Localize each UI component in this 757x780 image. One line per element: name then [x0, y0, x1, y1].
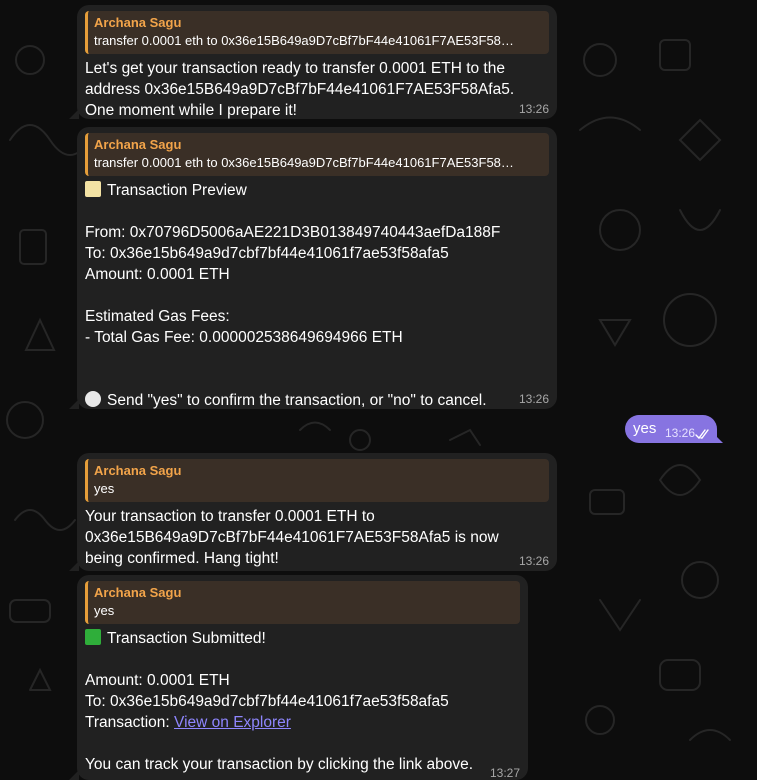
- message-line: [85, 201, 549, 222]
- transaction-line: Transaction: View on Explorer: [85, 712, 520, 733]
- message-text: Transaction Submitted! Amount: 0.0001 ET…: [85, 628, 520, 775]
- reply-text: yes: [94, 481, 115, 496]
- message-line: Estimated Gas Fees:: [85, 308, 230, 325]
- reply-text: transfer 0.0001 eth to 0x36e15B649a9D7cB…: [94, 155, 514, 170]
- incoming-message[interactable]: Archana Sagu transfer 0.0001 eth to 0x36…: [69, 5, 557, 121]
- message-time: 13:26: [518, 102, 549, 116]
- reply-quote[interactable]: Archana Sagu transfer 0.0001 eth to 0x36…: [85, 11, 549, 54]
- message-title: Transaction Preview: [107, 182, 247, 199]
- message-line: Amount: 0.0001 ETH: [85, 672, 230, 689]
- message-line: [85, 285, 549, 306]
- message-line: From: 0x70796D5006aAE221D3B013849740443a…: [85, 224, 501, 241]
- reply-quote[interactable]: Archana Sagu transfer 0.0001 eth to 0x36…: [85, 133, 549, 176]
- message-time: 13:27: [489, 766, 520, 780]
- message-line: To: 0x36e15b649a9d7cbf7bf44e41061f7ae53f…: [85, 693, 449, 710]
- message-line: Your transaction to transfer 0.0001 ETH …: [85, 508, 375, 525]
- reply-quote[interactable]: Archana Sagu yes: [85, 459, 549, 502]
- outgoing-text: yes: [633, 420, 657, 437]
- message-title: Transaction Submitted!: [107, 630, 266, 647]
- message-line: address 0x36e15B649a9D7cBf7bF44e41061F7A…: [85, 81, 515, 98]
- transaction-label: Transaction:: [85, 714, 175, 731]
- incoming-message[interactable]: Archana Sagu yes Transaction Submitted! …: [69, 575, 528, 780]
- incoming-message[interactable]: Archana Sagu transfer 0.0001 eth to 0x36…: [69, 127, 557, 411]
- message-text: Let's get your transaction ready to tran…: [85, 58, 549, 121]
- message-line: One moment while I prepare it!: [85, 102, 297, 119]
- message-line: Amount: 0.0001 ETH: [85, 266, 230, 283]
- reply-text: yes: [94, 603, 115, 618]
- message-line: Let's get your transaction ready to tran…: [85, 60, 505, 77]
- message-line: [85, 649, 520, 670]
- message-footer: Send "yes" to confirm the transaction, o…: [107, 392, 487, 409]
- outgoing-message[interactable]: yes 13:26: [625, 415, 723, 443]
- speech-bubble-icon: [85, 391, 101, 407]
- reply-author: Archana Sagu: [94, 585, 182, 600]
- reply-text: transfer 0.0001 eth to 0x36e15B649a9D7cB…: [94, 33, 514, 48]
- outgoing-time: 13:26: [664, 426, 695, 440]
- incoming-message[interactable]: Archana Sagu yes Your transaction to tra…: [69, 453, 557, 571]
- reply-author: Archana Sagu: [94, 137, 182, 152]
- memo-icon: [85, 181, 101, 197]
- message-time: 13:26: [518, 554, 549, 568]
- message-line: being confirmed. Hang tight!: [85, 550, 279, 567]
- message-time: 13:26: [518, 392, 549, 406]
- check-mark-icon: [85, 629, 101, 645]
- message-title-line: Transaction Submitted!: [85, 628, 520, 649]
- message-text: Transaction Preview From: 0x70796D5006aA…: [85, 180, 549, 411]
- double-check-icon: [695, 429, 709, 440]
- explorer-link[interactable]: View on Explorer: [174, 714, 291, 731]
- message-line: [85, 733, 520, 754]
- message-line: 0x36e15B649a9D7cBf7bF44e41061F7AE53F58Af…: [85, 529, 499, 546]
- reply-author: Archana Sagu: [94, 15, 182, 30]
- message-line: To: 0x36e15b649a9d7cbf7bf44e41061f7ae53f…: [85, 245, 449, 262]
- reply-author: Archana Sagu: [94, 463, 182, 478]
- message-line: [85, 369, 549, 390]
- message-text: Your transaction to transfer 0.0001 ETH …: [85, 506, 549, 569]
- message-footer-line: Send "yes" to confirm the transaction, o…: [85, 390, 549, 411]
- message-title-line: Transaction Preview: [85, 180, 549, 201]
- reply-quote[interactable]: Archana Sagu yes: [85, 581, 520, 624]
- message-line: [85, 348, 549, 369]
- message-line: - Total Gas Fee: 0.000002538649694966 ET…: [85, 329, 403, 346]
